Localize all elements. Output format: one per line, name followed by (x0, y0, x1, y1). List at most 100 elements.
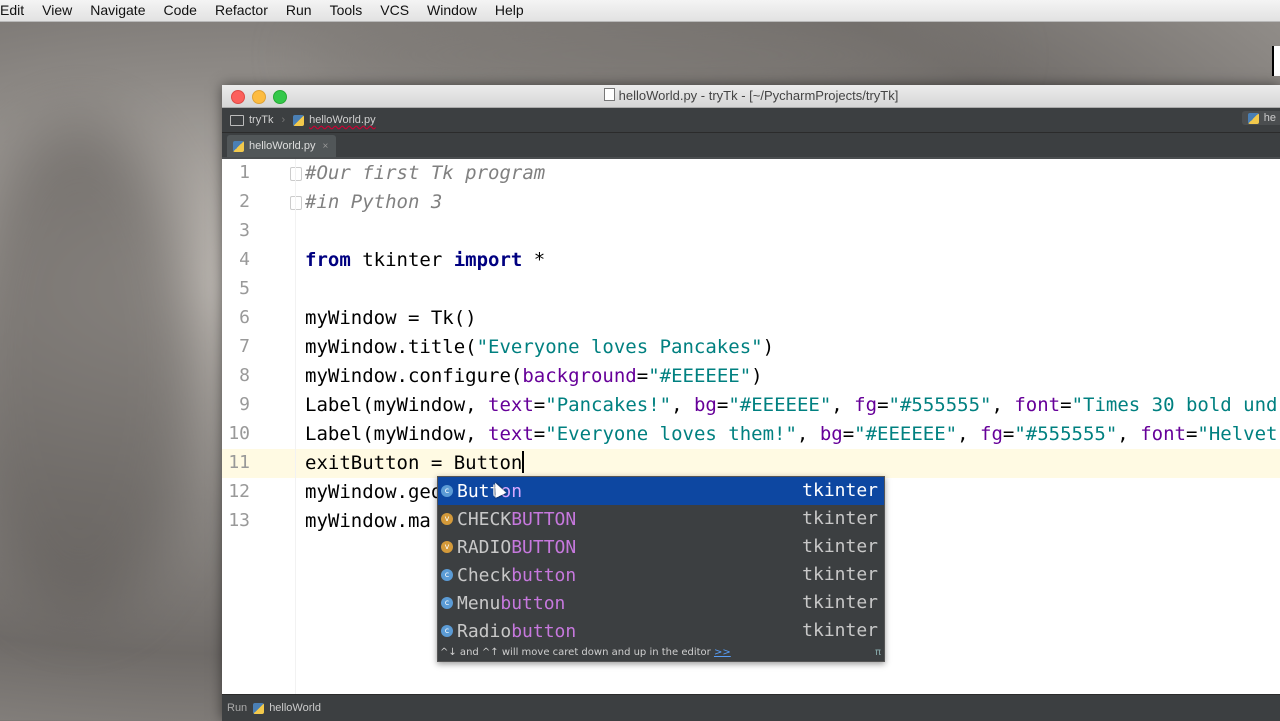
variable-icon: v (441, 541, 453, 553)
keyword: from (305, 249, 351, 271)
completion-hint-link[interactable]: >> (714, 647, 731, 658)
completion-match: BUTTON (511, 508, 577, 530)
comment-text: #Our first Tk program (305, 162, 546, 184)
navigation-bar: tryTk › helloWorld.py he (222, 108, 1280, 133)
string-literal: "#555555" (888, 394, 992, 416)
code-line-11: exitButton = Button (305, 449, 525, 478)
menu-help[interactable]: Help (486, 0, 533, 21)
code-line-10: Label(myWindow, text="Everyone loves the… (305, 423, 1278, 445)
code-text: * (522, 249, 546, 271)
line-number: 8 (239, 365, 250, 386)
tab-helloworld[interactable]: helloWorld.py × (227, 135, 337, 157)
code-text: ) (762, 336, 775, 358)
code-text: Label(myWindow, (305, 423, 489, 445)
menu-navigate[interactable]: Navigate (81, 0, 154, 21)
minimize-window-button[interactable] (252, 90, 266, 104)
code-text: myWindow = Tk() (305, 307, 477, 329)
completion-source: tkinter (802, 564, 878, 585)
code-text: = (636, 365, 649, 387)
comment-text: #in Python 3 (305, 191, 443, 213)
keyword: import (453, 249, 523, 271)
menu-bar: Edit View Navigate Code Refactor Run Too… (0, 0, 1280, 22)
code-line-7: myWindow.title("Everyone loves Pancakes"… (305, 333, 774, 362)
line-number: 3 (239, 220, 250, 241)
run-config[interactable]: helloWorld (253, 702, 321, 714)
code-text: tkinter (350, 249, 454, 271)
desktop-blur (0, 120, 200, 620)
menu-run[interactable]: Run (277, 0, 321, 21)
line-number: 1 (239, 162, 250, 183)
breadcrumb-file[interactable]: helloWorld.py (285, 114, 383, 126)
completion-source: tkinter (802, 536, 878, 557)
completion-source: tkinter (802, 592, 878, 613)
breadcrumb-project[interactable]: tryTk (222, 114, 281, 126)
keyword-arg: font (1140, 423, 1186, 445)
fold-marker-icon[interactable] (290, 196, 302, 210)
string-literal: "#EEEEEE" (648, 365, 752, 387)
completion-prefix: RADIO (457, 536, 512, 558)
line-number: 9 (239, 394, 250, 415)
line-number: 7 (239, 336, 250, 357)
line-number: 10 (228, 423, 250, 444)
code-line-9: Label(myWindow, text="Pancakes!", bg="#E… (305, 394, 1278, 416)
line-number: 12 (228, 481, 250, 502)
menu-vcs[interactable]: VCS (371, 0, 418, 21)
menu-window[interactable]: Window (418, 0, 486, 21)
completion-item[interactable]: c Radio button tkinter (438, 617, 884, 645)
completion-item[interactable]: c Menu button tkinter (438, 589, 884, 617)
completion-hint-text: ^↓ and ^↑ will move caret down and up in… (440, 647, 711, 658)
menu-code[interactable]: Code (154, 0, 205, 21)
line-number: 2 (239, 191, 250, 212)
run-config-selector[interactable]: he (1241, 111, 1280, 125)
code-text: Label(myWindow, (305, 394, 489, 416)
run-config-label: he (1263, 112, 1276, 124)
line-number: 6 (239, 307, 250, 328)
run-config-name: helloWorld (269, 702, 321, 714)
keyword-arg: fg (854, 394, 878, 416)
class-icon: c (441, 597, 453, 609)
completion-item[interactable]: c Check button tkinter (438, 561, 884, 589)
gutter-divider (295, 159, 296, 694)
class-icon: c (441, 625, 453, 637)
completion-item[interactable]: v RADIO BUTTON tkinter (438, 533, 884, 561)
completion-match: button (500, 592, 566, 614)
class-icon: c (441, 485, 453, 497)
keyword-arg: text (488, 394, 534, 416)
keyword-arg: bg (819, 423, 843, 445)
menu-refactor[interactable]: Refactor (206, 0, 277, 21)
window-titlebar[interactable]: helloWorld.py - tryTk - [~/PycharmProjec… (222, 85, 1280, 108)
completion-prefix: CHECK (457, 508, 512, 530)
pi-icon[interactable]: π (875, 645, 881, 660)
line-number-gutter: 1 2 3 4 5 6 7 8 9 10 11 12 13 (222, 159, 302, 694)
completion-source: tkinter (802, 508, 878, 529)
breadcrumb-project-label: tryTk (249, 114, 274, 126)
completion-prefix: Check (457, 564, 512, 586)
keyword-arg: text (488, 423, 534, 445)
code-text: exitButton = Button (305, 452, 523, 474)
completion-item[interactable]: v CHECK BUTTON tkinter (438, 505, 884, 533)
keyword-arg: background (522, 365, 637, 387)
run-tool-window-bar: Run helloWorld (222, 694, 1280, 721)
desktop-edge-icon (1272, 46, 1280, 76)
menu-edit[interactable]: Edit (0, 0, 33, 21)
editor-tabs: helloWorld.py × (222, 133, 1280, 160)
code-line-1: #Our first Tk program (305, 159, 545, 188)
string-literal: "Helvet (1197, 423, 1278, 445)
folder-icon (230, 114, 244, 126)
menu-view[interactable]: View (33, 0, 81, 21)
code-text: myWindow.ma (305, 510, 431, 532)
close-tab-icon[interactable]: × (322, 141, 328, 152)
run-tab-label[interactable]: Run (222, 702, 247, 714)
close-window-button[interactable] (231, 90, 245, 104)
completion-match: BUTTON (511, 536, 577, 558)
line-number: 13 (228, 510, 250, 531)
string-literal: "Everyone loves them!" (545, 423, 797, 445)
code-line-6: myWindow = Tk() (305, 304, 477, 333)
document-icon (603, 88, 615, 101)
menu-tools[interactable]: Tools (321, 0, 372, 21)
code-text: myWindow.geo (305, 481, 443, 503)
zoom-window-button[interactable] (273, 90, 287, 104)
string-literal: "Pancakes!" (545, 394, 672, 416)
fold-marker-icon[interactable] (290, 167, 302, 181)
window-title: helloWorld.py - tryTk - [~/PycharmProjec… (618, 88, 899, 103)
